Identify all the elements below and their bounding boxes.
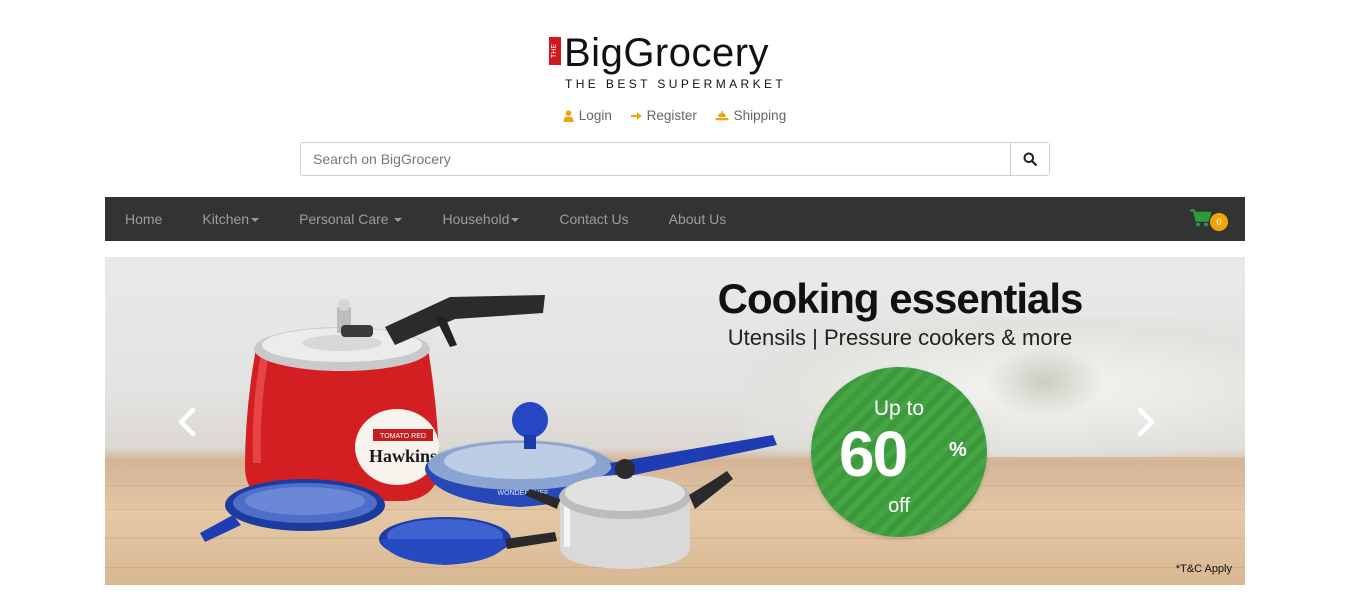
cooker-label-text: TOMATO RED <box>380 433 426 440</box>
logo-tagline: THE BEST SUPERMARKET <box>565 77 787 91</box>
nav-home[interactable]: Home <box>105 197 182 241</box>
cookware-illustration: TOMATO RED Hawkins WONDERCHEF <box>200 295 777 569</box>
logo-tag-text: THE <box>551 44 558 58</box>
site-logo[interactable]: THE BigGrocery THE BEST SUPERMARKET <box>549 30 809 100</box>
nav-household-label: Household <box>442 211 510 227</box>
nav-personal-care-label: Personal Care <box>299 211 393 227</box>
logo-wordmark: BigGrocery <box>564 31 770 75</box>
terms-note: *T&C Apply <box>1175 563 1232 575</box>
chevron-down-icon <box>251 218 260 223</box>
nav-personal-care[interactable]: Personal Care <box>279 197 422 241</box>
register-label: Register <box>646 108 697 123</box>
shipping-icon <box>715 110 729 120</box>
nav-about-us[interactable]: About Us <box>649 197 747 241</box>
discount-badge: Up to 60 % off <box>811 367 987 537</box>
login-label: Login <box>578 108 612 123</box>
shipping-link[interactable]: Shipping <box>715 108 787 123</box>
nav-kitchen-label: Kitchen <box>202 211 250 227</box>
cart-button[interactable]: 0 <box>1190 209 1230 231</box>
chevron-down-icon <box>511 218 520 223</box>
nav-about-label: About Us <box>668 211 727 227</box>
nav-contact-label: Contact Us <box>559 211 629 227</box>
search-icon <box>1023 152 1037 166</box>
tawa-image <box>200 479 385 542</box>
discount-unit: % <box>949 439 967 461</box>
nav-household[interactable]: Household <box>422 197 539 241</box>
carousel-prev-button[interactable] <box>172 405 202 439</box>
discount-value: 60 <box>839 418 908 490</box>
nav-kitchen[interactable]: Kitchen <box>182 197 279 241</box>
arrow-right-icon <box>630 111 642 120</box>
search-bar <box>300 142 1050 176</box>
account-links: Login Register Shipping <box>0 108 1349 125</box>
discount-suffix: off <box>888 495 910 517</box>
shopping-cart-icon <box>1190 209 1212 227</box>
register-link[interactable]: Register <box>630 108 697 123</box>
cooker-brand-text: Hawkins <box>369 446 437 466</box>
user-icon <box>563 109 574 122</box>
chevron-left-icon <box>178 407 196 437</box>
shipping-label: Shipping <box>733 108 787 123</box>
background-plant <box>985 347 1105 417</box>
search-input[interactable] <box>301 143 1010 175</box>
logo-tag: THE <box>549 37 561 65</box>
small-pan-image <box>379 517 557 565</box>
main-navbar: Home Kitchen Personal Care Household Con… <box>105 197 1245 241</box>
cart-count-badge: 0 <box>1210 213 1228 231</box>
search-button[interactable] <box>1010 143 1049 175</box>
nav-contact-us[interactable]: Contact Us <box>539 197 648 241</box>
chevron-right-icon <box>1137 407 1155 437</box>
nav-home-label: Home <box>125 211 163 227</box>
banner-subtitle: Utensils | Pressure cookers & more <box>727 325 1073 350</box>
banner-title: Cooking essentials <box>717 275 1084 322</box>
chevron-down-icon <box>394 218 403 223</box>
login-link[interactable]: Login <box>563 108 612 123</box>
hero-carousel[interactable]: TOMATO RED Hawkins WONDERCHEF Cooking es… <box>105 257 1245 585</box>
carousel-next-button[interactable] <box>1131 405 1161 439</box>
